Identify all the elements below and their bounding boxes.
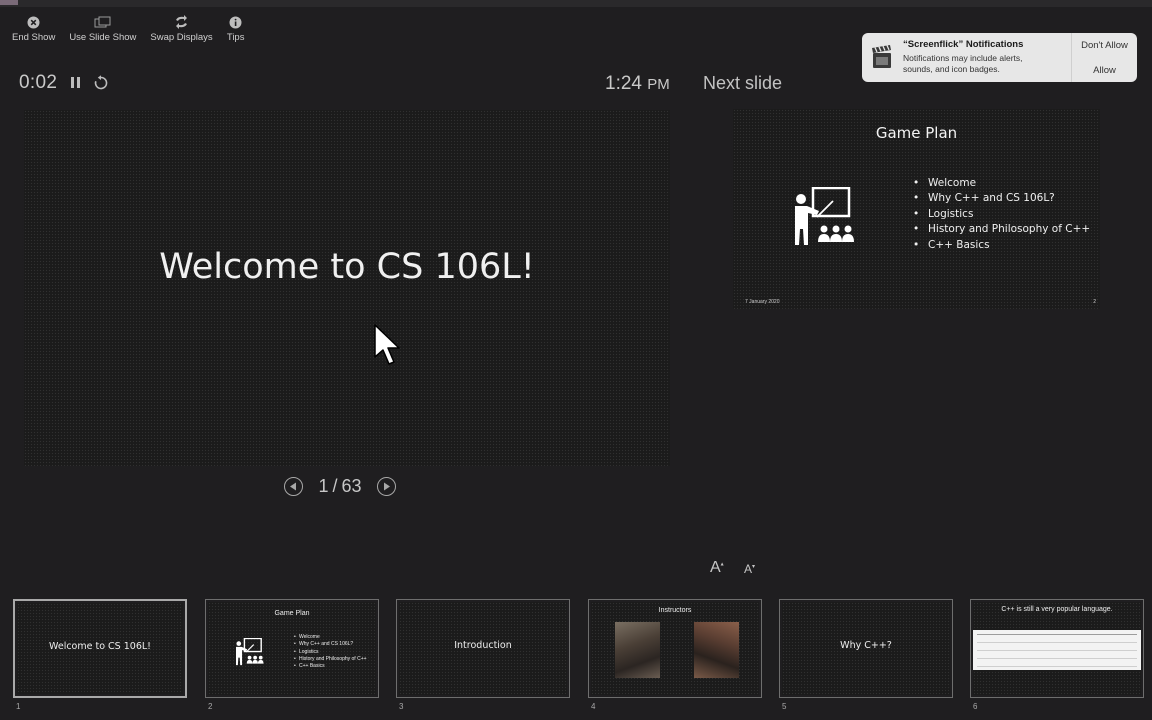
thumbnail-slide-1[interactable]: Welcome to CS 106L! [13, 599, 187, 698]
window-top-bar [0, 0, 1152, 7]
previous-slide-button[interactable] [284, 477, 303, 496]
popularity-table-graphic [973, 630, 1141, 670]
allow-button[interactable]: Allow [1072, 65, 1137, 76]
clock-time: 1:24 [605, 73, 642, 94]
decrease-font-button[interactable]: A▾ [744, 562, 755, 576]
thumbnail-bullet: Welcome [294, 634, 367, 642]
slide-counter: 1/63 [315, 476, 365, 497]
next-slide-bullet: Why C++ and CS 106L? [913, 191, 1090, 207]
next-slide-preview[interactable]: Game Plan Welcome Why C++ and CS 106L? L… [733, 109, 1100, 309]
next-slide-bullet: C++ Basics [913, 238, 1090, 254]
thumbnail-slide-6[interactable]: C++ is still a very popular language. [970, 599, 1144, 698]
thumbnail-title: Introduction [454, 640, 512, 651]
dont-allow-button[interactable]: Don't Allow [1072, 40, 1137, 51]
swap-displays-button[interactable]: Swap Displays [148, 14, 214, 43]
next-slide-bullets: Welcome Why C++ and CS 106L? Logistics H… [913, 176, 1090, 253]
thumbnail-canvas: Instructors [591, 602, 759, 695]
current-slide[interactable]: Welcome to CS 106L! [24, 110, 670, 466]
thumbnail-title: Why C++? [840, 640, 892, 651]
current-slide-number: 1 [318, 476, 329, 496]
notification-banner: “Screenflick” Notifications Notification… [862, 33, 1137, 82]
thumbnail-title: Welcome to CS 106L! [49, 641, 151, 652]
thumbnail-bullet: Logistics [294, 649, 367, 657]
info-icon [227, 14, 245, 30]
counter-separator: / [332, 476, 338, 496]
next-slide-number: 2 [1093, 299, 1096, 305]
swap-displays-label: Swap Displays [150, 32, 213, 43]
next-slide-bullet: Welcome [913, 176, 1090, 192]
use-slide-show-label: Use Slide Show [69, 32, 137, 43]
window-top-mark [0, 0, 18, 5]
next-slide-bullet: Logistics [913, 207, 1090, 223]
thumbnail-title: Game Plan [274, 610, 310, 617]
mouse-cursor-icon [374, 324, 400, 365]
thumbnail-title: C++ is still a very popular language. [1001, 606, 1113, 613]
thumbnail-number: 1 [16, 702, 21, 711]
thumbnail-canvas: Welcome to CS 106L! [17, 603, 183, 694]
thumbnail-canvas: Game Plan Welcome Why C++ and CS 106L? L… [208, 602, 376, 695]
instructor-photo [694, 622, 739, 678]
thumbnail-canvas: Introduction [399, 602, 567, 695]
use-slide-show-button[interactable]: Use Slide Show [67, 14, 138, 43]
close-circle-icon [25, 14, 43, 30]
tips-label: Tips [226, 32, 245, 43]
thumbnail-number: 5 [782, 702, 787, 711]
thumbnail-slide-3[interactable]: Introduction [396, 599, 570, 698]
next-slide-label: Next slide [703, 73, 783, 93]
notification-title: “Screenflick” Notifications [903, 39, 1024, 50]
pause-icon[interactable] [71, 77, 83, 89]
thumbnail-number: 6 [973, 702, 978, 711]
triangle-left-icon [290, 482, 296, 491]
increase-font-button[interactable]: A▴ [710, 559, 724, 577]
decrease-font-label: A [744, 562, 753, 576]
thumbnail-bullet: Why C++ and CS 106L? [294, 641, 367, 649]
thumbnail-number: 3 [399, 702, 404, 711]
thumbnail-bullet: C++ Basics [294, 663, 367, 671]
increase-font-label: A [710, 559, 721, 576]
next-slide-button[interactable] [377, 477, 396, 496]
window-icon [94, 14, 112, 30]
thumbnail-bullets: Welcome Why C++ and CS 106L? Logistics H… [294, 634, 367, 671]
reset-icon[interactable] [93, 75, 109, 91]
next-slide-date: 7 January 2020 [745, 299, 780, 305]
thumbnail-title: Instructors [658, 607, 692, 614]
thumbnail-canvas: C++ is still a very popular language. [973, 602, 1141, 695]
clock-ampm: PM [647, 76, 670, 93]
clapperboard-icon [872, 45, 891, 68]
total-slides: 63 [341, 476, 362, 496]
triangle-right-icon [384, 482, 390, 491]
next-slide-title: Game Plan [875, 124, 958, 142]
thumbnail-number: 2 [208, 702, 213, 711]
instructor-photo [615, 622, 660, 678]
thumbnail-bullet: History and Philosophy of C++ [294, 656, 367, 664]
notification-body: Notifications may include alerts, sounds… [903, 53, 1023, 74]
thumbnail-slide-4[interactable]: Instructors [588, 599, 762, 698]
end-show-label: End Show [12, 32, 56, 43]
presenter-toolbar: End Show Use Slide Show Swap Displays Ti… [10, 14, 247, 43]
slide-navigation: 1/63 [284, 476, 396, 497]
clock: 1:24 PM [605, 73, 670, 95]
thumbnail-slide-2[interactable]: Game Plan Welcome Why C++ and CS 106L? L… [205, 599, 379, 698]
swap-icon [173, 14, 191, 30]
elapsed-timer: 0:02 [19, 72, 58, 93]
teacher-board-icon [236, 638, 264, 666]
current-slide-title: Welcome to CS 106L! [159, 247, 535, 287]
tips-button[interactable]: Tips [225, 14, 247, 43]
teacher-board-icon [795, 187, 854, 245]
thumbnail-slide-5[interactable]: Why C++? [779, 599, 953, 698]
next-slide-bullet: History and Philosophy of C++ [913, 222, 1090, 238]
end-show-button[interactable]: End Show [10, 14, 57, 43]
thumbnail-canvas: Why C++? [782, 602, 950, 695]
thumbnail-number: 4 [591, 702, 596, 711]
